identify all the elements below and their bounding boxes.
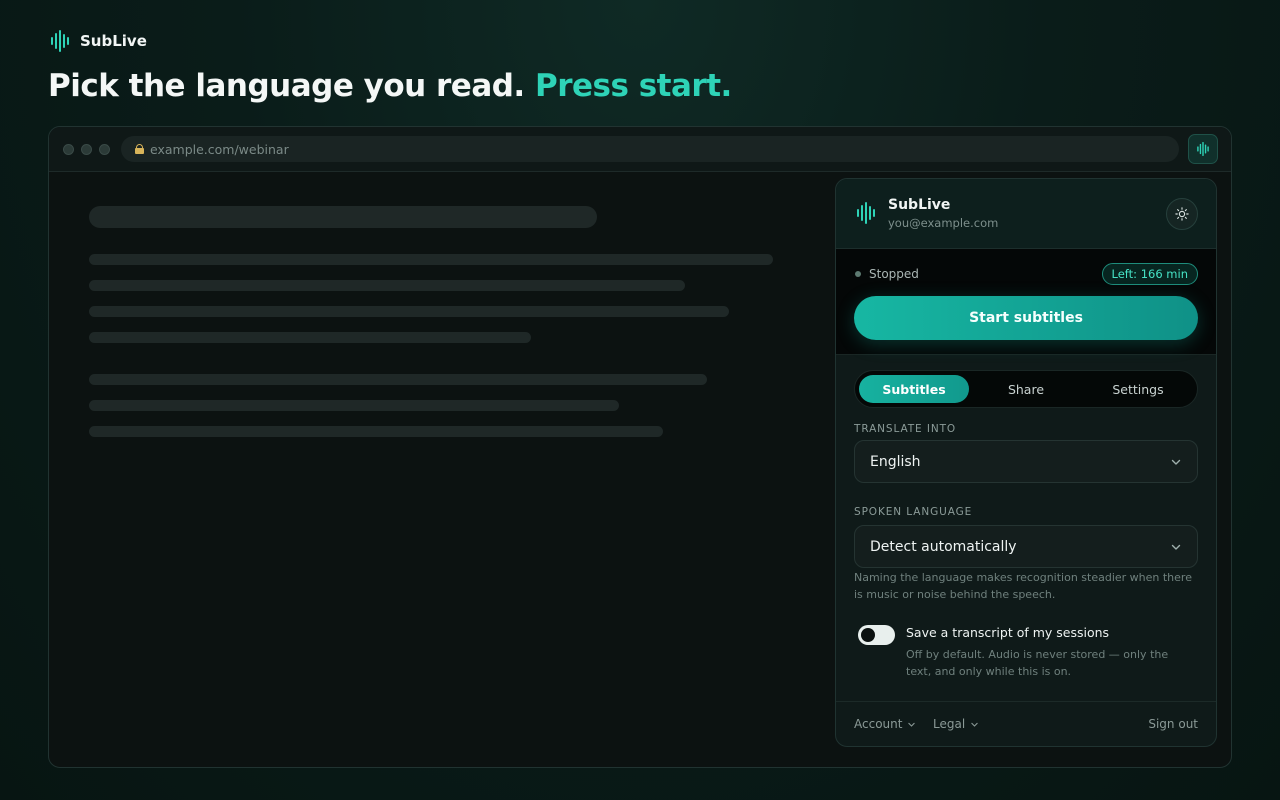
panel-tabs: Subtitles Share Settings [854,370,1198,408]
translate-label: TRANSLATE INTO [854,423,957,435]
status-section: Stopped Left: 166 min Start subtitles [836,249,1216,355]
status-dot [855,271,861,277]
skeleton-line [89,306,729,317]
browser-toolbar: example.com/webinar [49,127,1231,172]
tab-share[interactable]: Share [971,375,1081,403]
skeleton-line [89,374,707,385]
skeleton-line [89,426,663,437]
skeleton-line [89,254,773,265]
waveform-icon [51,30,69,52]
spoken-language-select[interactable]: Detect automatically [854,525,1198,568]
account-label: Account [854,717,903,731]
address-bar[interactable]: example.com/webinar [121,136,1179,162]
window-dot-close[interactable] [63,144,74,155]
sign-out-link[interactable]: Sign out [1148,717,1198,731]
window-dot-minimize[interactable] [81,144,92,155]
address-url: example.com/webinar [150,141,289,157]
chevron-down-icon [971,722,978,727]
translate-select[interactable]: English [854,440,1198,483]
chevron-down-icon [1171,544,1181,550]
translate-value: English [870,453,921,470]
tab-subtitles[interactable]: Subtitles [859,375,969,403]
spoken-language-hint: Naming the language makes recognition st… [854,571,1192,601]
account-menu[interactable]: Account [854,717,916,731]
skeleton-line [89,332,531,343]
extension-panel: SubLive you@example.com Stopped Left: 16… [835,178,1217,747]
legal-menu[interactable]: Legal [933,717,979,731]
skeleton-line [89,280,685,291]
waveform-icon [857,202,875,224]
panel-header: SubLive you@example.com [836,179,1216,249]
transcript-title: Save a transcript of my sessions [906,625,1110,640]
skeleton-line [89,400,619,411]
transcript-description: Off by default. Audio is never stored — … [906,648,1169,678]
headline: Pick the language you read. Press start. [48,68,732,104]
lock-icon [135,144,144,154]
theme-toggle-button[interactable] [1166,198,1198,230]
sun-icon [1175,207,1189,221]
time-left-badge: Left: 166 min [1101,263,1198,285]
skeleton-heading [89,206,597,228]
brand: SubLive [50,30,147,52]
panel-title: SubLive [888,197,951,213]
account-email: you@example.com [888,216,999,230]
chevron-down-icon [1171,459,1181,465]
headline-accent: Press start. [535,68,732,104]
browser-window: example.com/webinar SubLive you@example.… [48,126,1232,768]
extension-button[interactable] [1188,134,1218,164]
transcript-toggle[interactable] [858,625,895,645]
chevron-down-icon [908,722,916,727]
status-text: Stopped [869,267,919,281]
headline-main: Pick the language you read. [48,68,525,104]
spoken-language-label: SPOKEN LANGUAGE [854,506,973,518]
window-dot-maximize[interactable] [99,144,110,155]
panel-footer: Account Legal Sign out [836,701,1216,746]
toggle-knob [861,628,875,642]
start-subtitles-button[interactable]: Start subtitles [854,296,1198,340]
spoken-language-value: Detect automatically [870,538,1017,555]
waveform-icon [1197,142,1209,156]
tab-settings[interactable]: Settings [1083,375,1193,403]
brand-name: SubLive [80,32,147,50]
legal-label: Legal [933,717,966,731]
